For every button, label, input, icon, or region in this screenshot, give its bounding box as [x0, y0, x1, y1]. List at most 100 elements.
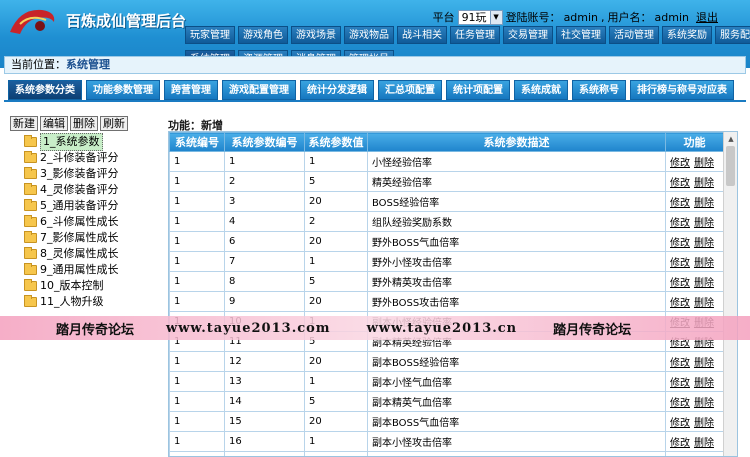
tab-cross-server[interactable]: 跨营管理: [164, 80, 218, 100]
platform-label: 平台: [432, 11, 455, 24]
tab-summary-config[interactable]: 汇总项配置: [378, 80, 442, 100]
refresh-button[interactable]: 刷新: [100, 116, 128, 131]
edit-link[interactable]: 修改: [670, 298, 690, 309]
tree-item[interactable]: 5_通用装备评分: [10, 198, 162, 214]
delete-link[interactable]: 删除: [694, 398, 714, 409]
col-param-id[interactable]: 系统参数编号: [224, 132, 305, 152]
delete-link[interactable]: 删除: [694, 178, 714, 189]
cell-param-value: 5: [304, 171, 368, 192]
cell-param-value: 1: [304, 371, 368, 392]
nav-game-roles[interactable]: 游戏角色: [238, 26, 288, 44]
nav-game-scenes[interactable]: 游戏场景: [291, 26, 341, 44]
cell-system-id: 1: [169, 391, 225, 412]
nav-player-management[interactable]: 玩家管理: [185, 26, 235, 44]
edit-link[interactable]: 修改: [670, 378, 690, 389]
tab-game-config[interactable]: 游戏配置管理: [222, 80, 296, 100]
new-button[interactable]: 新建: [10, 116, 38, 131]
table-row: 1 1 1 小怪经验倍率 修改 删除: [169, 151, 724, 172]
edit-link[interactable]: 修改: [670, 438, 690, 449]
cell-system-id: 1: [169, 431, 225, 452]
edit-link[interactable]: 修改: [670, 398, 690, 409]
nav-events[interactable]: 活动管理: [609, 26, 659, 44]
cell-param-id: 2: [224, 171, 305, 192]
delete-link[interactable]: 删除: [694, 278, 714, 289]
chevron-down-icon[interactable]: ▼: [489, 10, 502, 24]
col-param-value[interactable]: 系统参数值: [304, 132, 368, 152]
tree-item[interactable]: 2_斗修装备评分: [10, 150, 162, 166]
params-table: 系统编号 系统参数编号 系统参数值 系统参数描述 功能 1 1 1 小怪经验倍率 修改删…: [169, 132, 724, 456]
cell-param-value: 1: [304, 251, 368, 272]
tree-item[interactable]: 6_斗修属性成长: [10, 214, 162, 230]
delete-link[interactable]: 删除: [694, 438, 714, 449]
tab-achievements[interactable]: 系统成就: [514, 80, 568, 100]
delete-link[interactable]: 删除: [694, 358, 714, 369]
breadcrumb-current: 系统管理: [66, 58, 110, 71]
edit-link[interactable]: 修改: [670, 218, 690, 229]
params-grid: 系统编号 系统参数编号 系统参数值 系统参数描述 功能 1 1 1 小怪经验倍率 修改删…: [168, 131, 738, 457]
nav-social[interactable]: 社交管理: [556, 26, 606, 44]
cell-actions: 修改删除: [665, 231, 724, 252]
banner-url-cn: www.tayue2013.cn: [366, 320, 518, 336]
folder-icon: [24, 215, 37, 227]
tree-item[interactable]: 4_灵修装备评分: [10, 182, 162, 198]
tab-stat-dispatch[interactable]: 统计分发逻辑: [300, 80, 374, 100]
tree-item[interactable]: 11_人物升级: [10, 294, 162, 310]
edit-link[interactable]: 修改: [670, 178, 690, 189]
tab-leaderboard-titles[interactable]: 排行榜与称号对应表: [630, 80, 734, 100]
cell-param-value: 5: [304, 391, 368, 412]
tree-item[interactable]: 7_影修属性成长: [10, 230, 162, 246]
cell-actions: 修改删除: [665, 451, 724, 456]
edit-link[interactable]: 修改: [670, 238, 690, 249]
edit-button[interactable]: 编辑: [40, 116, 68, 131]
tree-item[interactable]: 9_通用属性成长: [10, 262, 162, 278]
edit-link[interactable]: 修改: [670, 158, 690, 169]
tree-item[interactable]: 10_版本控制: [10, 278, 162, 294]
tab-stat-items[interactable]: 统计项配置: [446, 80, 510, 100]
delete-link[interactable]: 删除: [694, 418, 714, 429]
vertical-scrollbar[interactable]: ▲: [723, 132, 737, 456]
cell-actions: 修改删除: [665, 171, 724, 192]
delete-link[interactable]: 删除: [694, 218, 714, 229]
logout-link[interactable]: 退出: [696, 9, 718, 25]
scroll-thumb[interactable]: [726, 146, 735, 186]
edit-link[interactable]: 修改: [670, 358, 690, 369]
delete-link[interactable]: 删除: [694, 158, 714, 169]
delete-link[interactable]: 删除: [694, 378, 714, 389]
edit-link[interactable]: 修改: [670, 418, 690, 429]
tab-titles[interactable]: 系统称号: [572, 80, 626, 100]
edit-link[interactable]: 修改: [670, 258, 690, 269]
table-row: 1 6 20 野外BOSS气血倍率 修改 删除: [169, 231, 724, 252]
delete-link[interactable]: 删除: [694, 198, 714, 209]
nav-quests[interactable]: 任务管理: [450, 26, 500, 44]
edit-link[interactable]: 修改: [670, 198, 690, 209]
scroll-up-icon[interactable]: ▲: [724, 132, 737, 146]
cell-actions: 修改删除: [665, 251, 724, 272]
delete-button[interactable]: 删除: [70, 116, 98, 131]
nav-trade[interactable]: 交易管理: [503, 26, 553, 44]
delete-link[interactable]: 删除: [694, 238, 714, 249]
nav-system-rewards[interactable]: 系统奖励: [662, 26, 712, 44]
cell-actions: 修改删除: [665, 351, 724, 372]
platform-select[interactable]: 91玩 ▼: [457, 9, 503, 25]
col-system-id[interactable]: 系统编号: [169, 132, 225, 152]
tree-item[interactable]: 3_影修装备评分: [10, 166, 162, 182]
nav-combat[interactable]: 战斗相关: [397, 26, 447, 44]
edit-link[interactable]: 修改: [670, 278, 690, 289]
tab-function-params[interactable]: 功能参数管理: [86, 80, 160, 100]
cell-system-id: 1: [169, 191, 225, 212]
delete-link[interactable]: 删除: [694, 258, 714, 269]
tree-item[interactable]: 1_系统参数: [10, 133, 162, 151]
folder-icon: [24, 199, 37, 211]
cell-param-id: 16: [224, 431, 305, 452]
nav-service-config[interactable]: 服务配置: [715, 26, 750, 44]
tree-item[interactable]: 8_灵修属性成长: [10, 246, 162, 262]
table-row: 1 8 5 野外精英攻击倍率 修改 删除: [169, 271, 724, 292]
primary-nav: 玩家管理 游戏角色 游戏场景 游戏物品 战斗相关 任务管理 交易管理 社交管理 …: [185, 26, 750, 44]
cell-param-desc: 副本精英攻击倍率: [367, 451, 666, 456]
delete-link[interactable]: 删除: [694, 298, 714, 309]
table-row: 1 7 1 野外小怪攻击倍率 修改 删除: [169, 251, 724, 272]
col-param-desc[interactable]: 系统参数描述: [367, 132, 666, 152]
nav-game-items[interactable]: 游戏物品: [344, 26, 394, 44]
cell-param-desc: BOSS经验倍率: [367, 191, 666, 212]
tab-system-param-categories[interactable]: 系统参数分类: [8, 80, 82, 100]
